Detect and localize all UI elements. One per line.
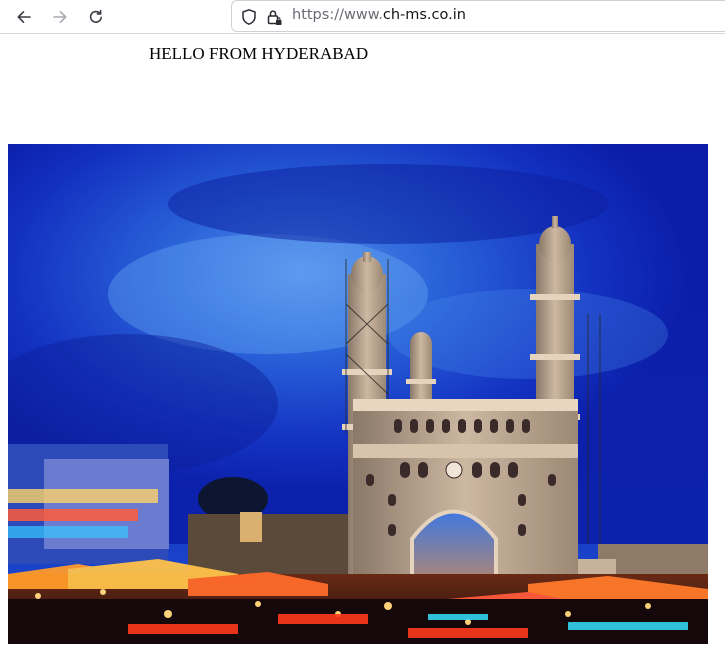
forward-arrow-icon [53,11,67,23]
page-content: HELLO FROM HYDERABAD [0,35,725,660]
reload-icon [89,9,102,23]
back-arrow-icon [17,11,31,23]
reload-button[interactable] [82,3,110,31]
charminar-photo [8,144,708,644]
url-text[interactable]: https://www.ch-ms.co.in [292,7,466,23]
url-scheme: https://www. [292,7,383,23]
url-domain: ch-ms.co.in [382,7,466,23]
tracking-protection-shield-icon[interactable] [240,8,258,26]
forward-button[interactable] [46,3,74,31]
browser-toolbar: https://www.ch-ms.co.in [0,0,725,34]
back-button[interactable] [10,3,38,31]
secure-lock-icon[interactable] [265,8,283,26]
page-title: HELLO FROM HYDERABAD [149,44,369,63]
address-bar[interactable]: https://www.ch-ms.co.in [231,0,725,32]
